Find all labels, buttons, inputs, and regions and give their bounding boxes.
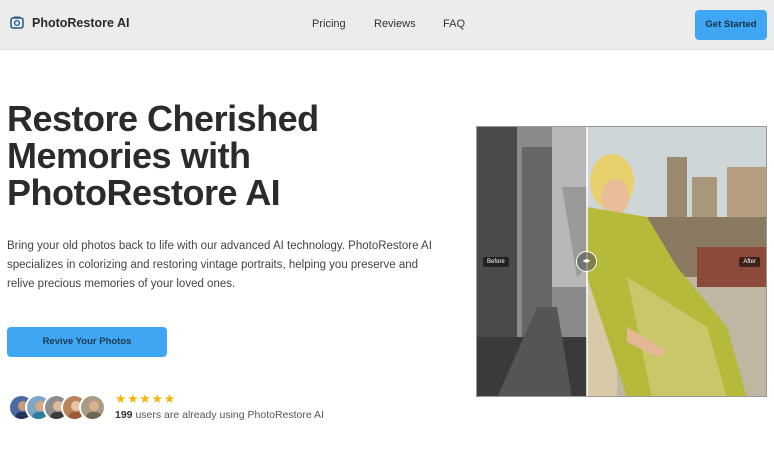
rating-stars: ★★★★★ (115, 392, 177, 406)
user-count-text: 199 users are already using PhotoRestore… (115, 409, 324, 421)
hero-title: Restore Cherished Memories with PhotoRes… (7, 98, 319, 213)
avatar (79, 394, 106, 421)
get-started-button[interactable]: Get Started (695, 10, 767, 40)
user-count: 199 (115, 409, 133, 421)
hero-description: Bring your old photos back to life with … (7, 240, 432, 290)
brand-logo[interactable]: PhotoRestore AI (10, 16, 129, 30)
before-label: Before (483, 257, 509, 267)
before-after-comparison[interactable]: Before After ◂▸ (476, 126, 767, 397)
left-right-arrows-icon: ◂▸ (582, 256, 591, 265)
revive-photos-button[interactable]: Revive Your Photos (7, 327, 167, 357)
user-count-label: users are already using PhotoRestore AI (132, 409, 324, 421)
nav-link-pricing[interactable]: Pricing (312, 18, 346, 30)
navbar: PhotoRestore AI Pricing Reviews FAQ Get … (0, 0, 774, 50)
comparison-image (477, 127, 766, 396)
after-label: After (739, 257, 760, 267)
brand-name: PhotoRestore AI (32, 16, 130, 30)
camera-frame-icon (10, 16, 24, 29)
comparison-slider-handle[interactable]: ◂▸ (576, 251, 597, 272)
nav-link-reviews[interactable]: Reviews (374, 18, 416, 30)
nav-link-faq[interactable]: FAQ (443, 18, 465, 30)
user-avatars (8, 394, 108, 421)
